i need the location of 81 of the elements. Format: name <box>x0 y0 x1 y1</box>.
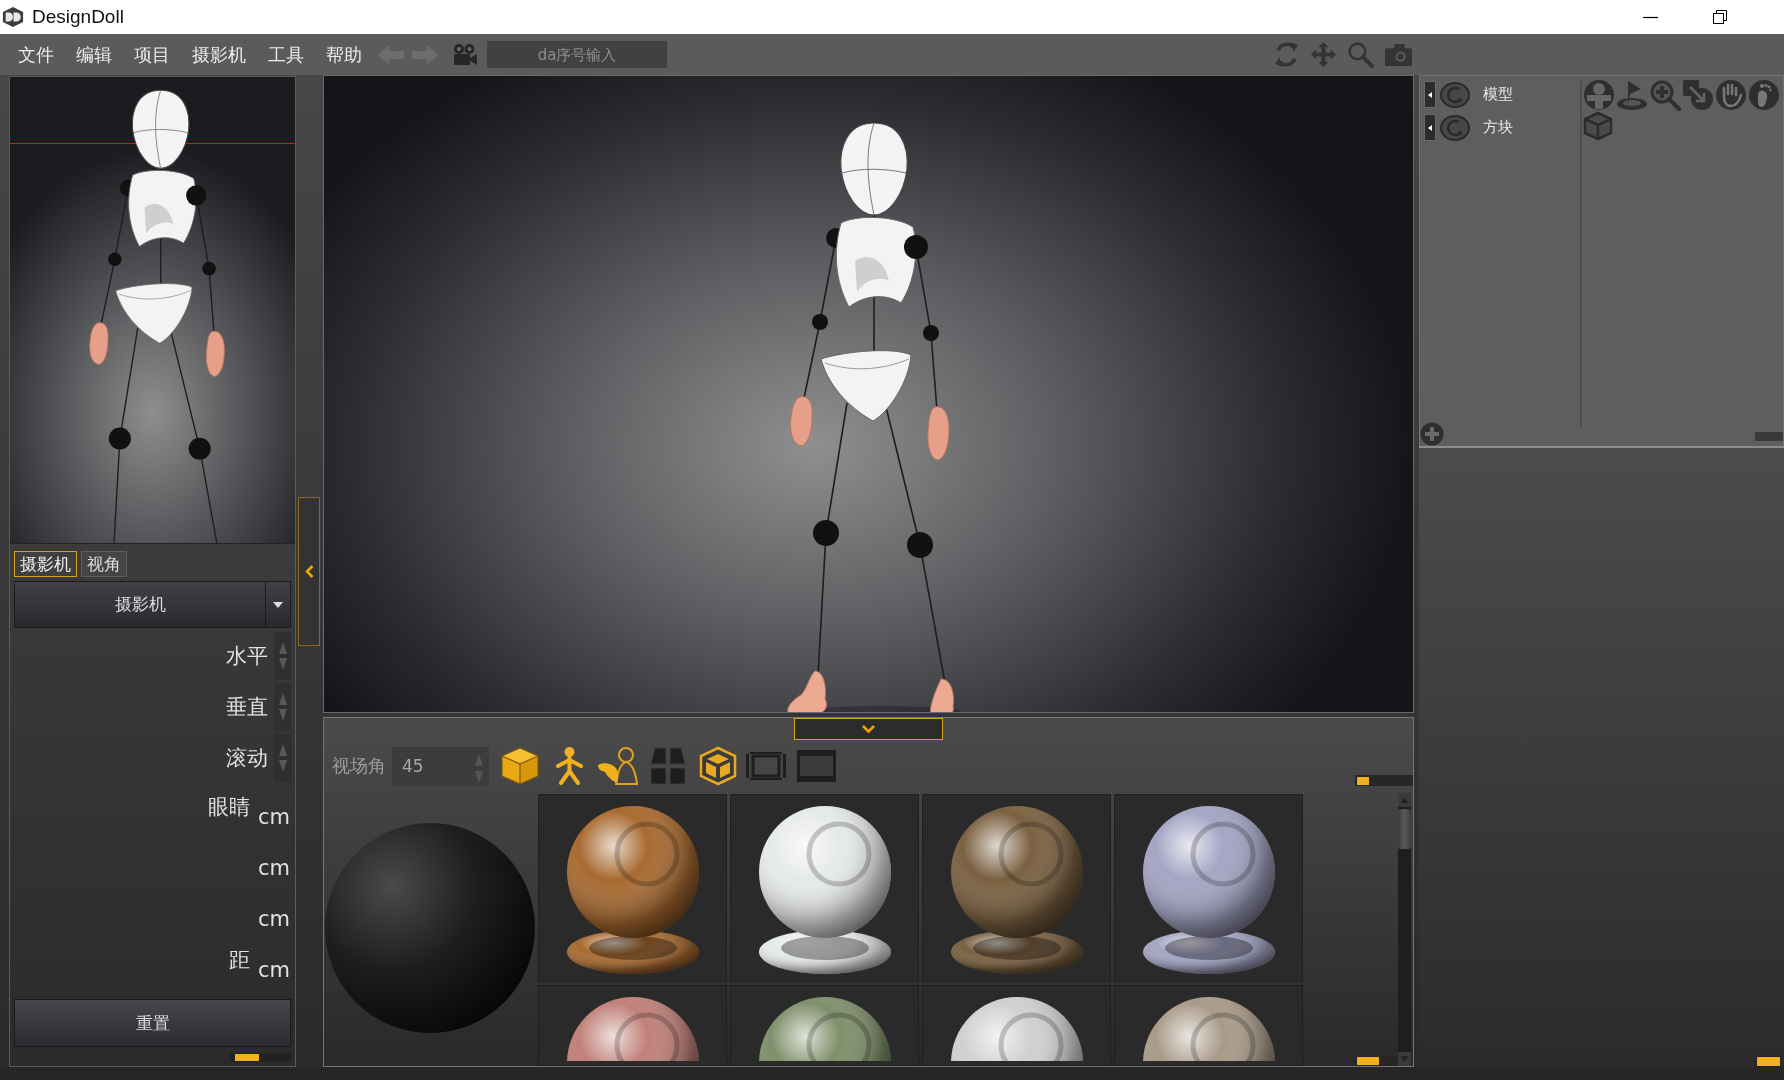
spin-down-icon[interactable] <box>475 770 483 783</box>
chevron-down-icon <box>862 725 875 733</box>
scroll-thumb[interactable] <box>1398 809 1411 849</box>
spin-up-icon[interactable] <box>278 641 287 654</box>
field-label: 视场角 <box>332 754 386 778</box>
search-icon[interactable] <box>1347 41 1374 68</box>
scroll-thumb[interactable] <box>235 1054 259 1061</box>
grid-layout-icon[interactable] <box>648 746 688 786</box>
unit-label: cm <box>258 907 291 933</box>
layer-label[interactable]: 方块 <box>1483 118 1513 137</box>
add-icon[interactable] <box>1420 422 1444 446</box>
serial-number-field[interactable]: da序号输入 <box>487 41 667 68</box>
material-tile[interactable] <box>1114 794 1303 982</box>
collapse-handle[interactable] <box>298 496 320 646</box>
material-tile[interactable] <box>538 985 727 1066</box>
app-logo-icon <box>2 6 24 28</box>
left-triangle-icon <box>1428 124 1432 131</box>
camera-icon[interactable] <box>1384 42 1413 67</box>
scroll-down-icon[interactable] <box>1398 1052 1411 1066</box>
scroll-thumb[interactable] <box>1755 432 1783 441</box>
menu-item[interactable]: 摄影机 <box>192 42 246 67</box>
material-tile[interactable] <box>730 794 919 982</box>
spin-down-icon[interactable] <box>278 708 287 721</box>
field-label: 滚动 <box>226 744 268 772</box>
menu-item[interactable]: 编辑 <box>76 42 112 67</box>
spin-down-icon[interactable] <box>278 657 287 670</box>
spin-control[interactable] <box>274 733 291 782</box>
collapse-button[interactable] <box>1424 114 1436 141</box>
hand-icon[interactable] <box>1715 79 1747 111</box>
spin-up-icon[interactable] <box>475 753 483 766</box>
fov-field[interactable]: 45 <box>392 746 489 786</box>
scroll-up-icon[interactable] <box>1398 793 1411 807</box>
tab[interactable]: 视角 <box>81 551 127 577</box>
unit-label: cm <box>258 856 291 882</box>
flag-icon[interactable] <box>1616 79 1648 111</box>
field-label: 水平 <box>226 642 268 670</box>
scroll-thumb[interactable] <box>1357 776 1369 785</box>
material-tile[interactable] <box>922 794 1111 982</box>
scroll-thumb[interactable] <box>1756 1056 1781 1067</box>
window-title: DesignDoll <box>32 6 124 28</box>
spin-up-icon[interactable] <box>278 692 287 705</box>
caret-icon <box>273 601 283 608</box>
menu-item[interactable]: 帮助 <box>326 42 362 67</box>
menu-item[interactable]: 项目 <box>134 42 170 67</box>
field-label: 眼睛 <box>208 794 250 819</box>
field-label: 距 <box>229 947 250 972</box>
person-icon[interactable] <box>553 746 586 786</box>
spin-control[interactable] <box>274 682 291 731</box>
cube-outline-icon[interactable] <box>699 746 737 786</box>
chevron-left-icon <box>304 564 314 578</box>
zoom-in-icon[interactable] <box>1649 79 1681 111</box>
footprint-icon[interactable] <box>1748 79 1780 111</box>
layer-label[interactable]: 模型 <box>1483 85 1513 104</box>
move-icon[interactable] <box>1310 41 1337 68</box>
menu-item[interactable]: 文件 <box>18 42 54 67</box>
menu-item[interactable]: 工具 <box>268 42 304 67</box>
spin-up-icon[interactable] <box>278 743 287 756</box>
material-tile[interactable] <box>538 794 727 982</box>
spin-down-icon[interactable] <box>278 759 287 772</box>
tab[interactable]: 摄影机 <box>14 551 77 577</box>
material-tile[interactable] <box>730 985 919 1066</box>
hand-person-icon[interactable] <box>597 746 640 786</box>
spin-control[interactable] <box>274 631 291 680</box>
scroll-thumb[interactable] <box>1357 1057 1379 1065</box>
rotate-icon[interactable] <box>1273 41 1300 68</box>
camera-dropdown[interactable]: 摄影机 <box>14 581 291 628</box>
frame-icon[interactable] <box>745 751 787 781</box>
field-label: 垂直 <box>226 693 268 721</box>
collapse-button[interactable] <box>1424 81 1436 108</box>
person-circle-icon[interactable] <box>1583 79 1615 111</box>
unit-label: cm <box>258 958 291 984</box>
collapse-tab[interactable] <box>794 718 943 740</box>
material-tile[interactable] <box>1114 985 1303 1066</box>
cube-icon[interactable] <box>500 746 540 786</box>
restore-icon[interactable] <box>1712 9 1728 25</box>
unit-label: cm <box>258 805 291 831</box>
window-icon[interactable] <box>796 749 837 783</box>
reset-button[interactable]: 重置 <box>14 999 291 1047</box>
resize-icon[interactable] <box>1682 79 1714 111</box>
left-triangle-icon <box>1428 91 1432 98</box>
material-tile[interactable] <box>922 985 1111 1066</box>
